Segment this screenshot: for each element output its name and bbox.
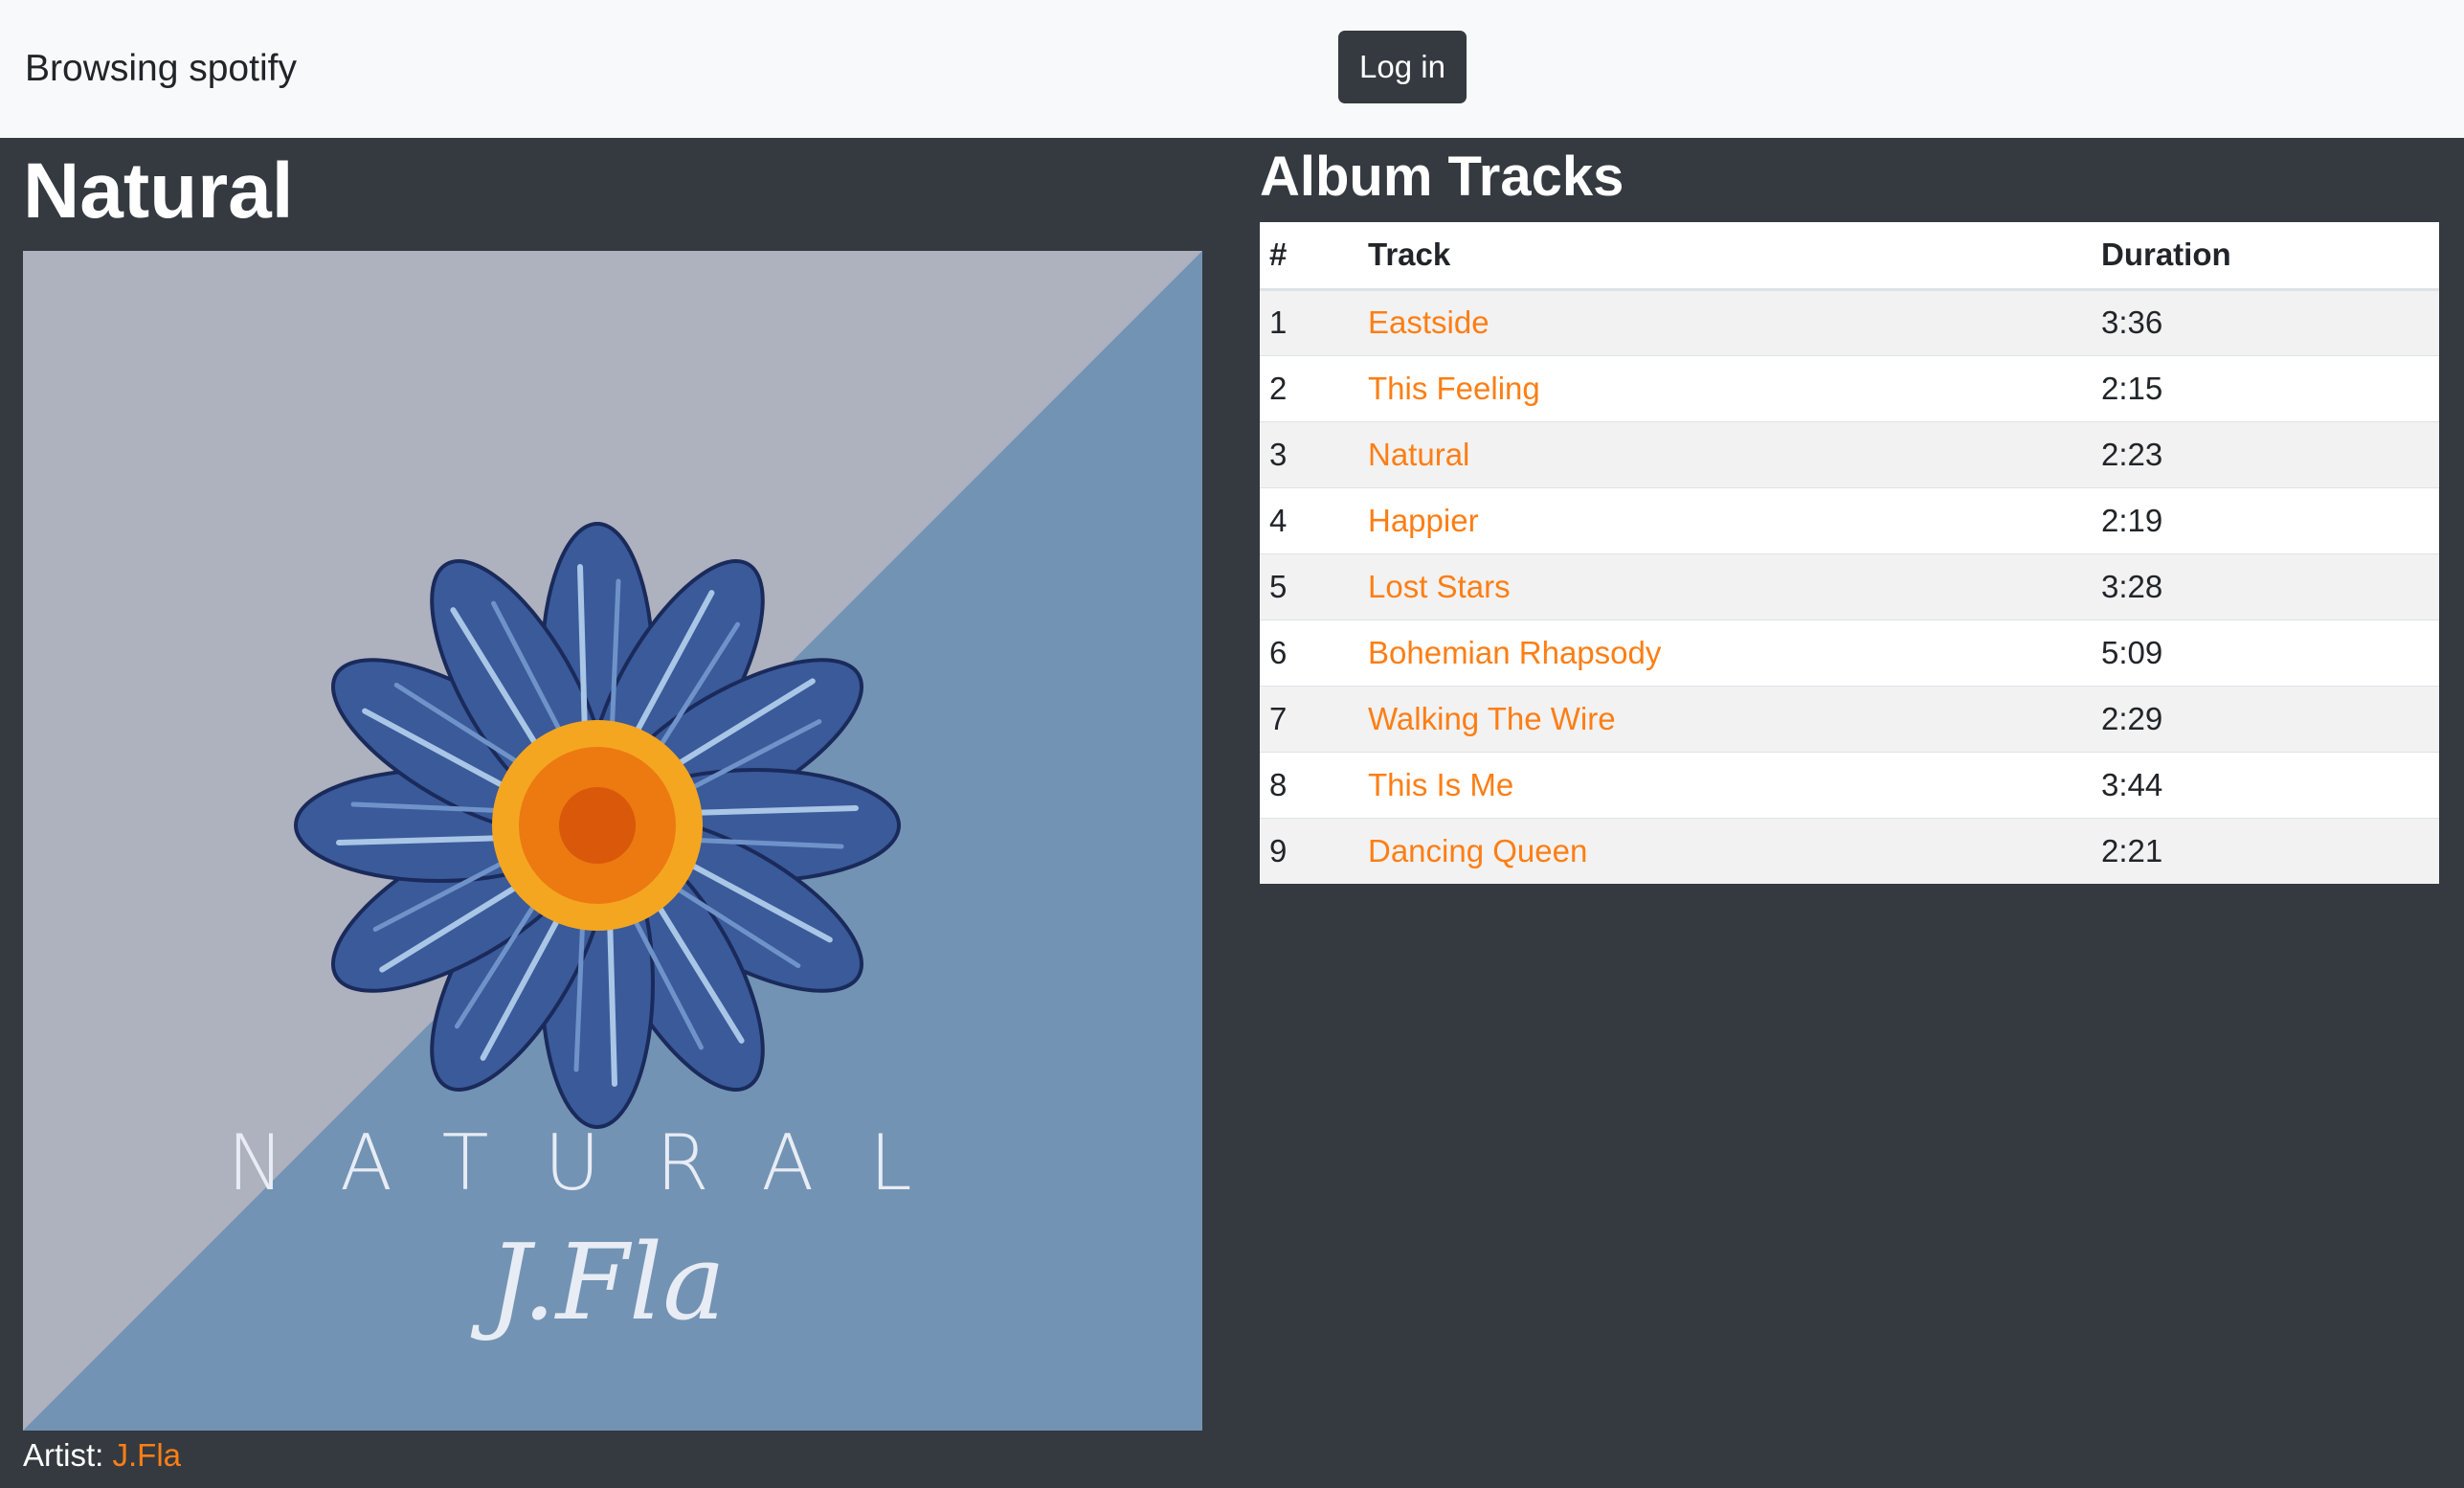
tracks-table: # Track Duration 1 Eastside 3:36 2 This … [1260,222,2439,884]
track-number: 7 [1260,685,1358,752]
column-header-track: Track [1358,222,2092,291]
track-number: 5 [1260,552,1358,620]
table-row: 8 This Is Me 3:44 [1260,751,2439,818]
track-name-cell: Walking The Wire [1358,685,2092,752]
column-header-duration: Duration [2092,222,2439,291]
track-number: 6 [1260,619,1358,686]
navbar: Browsing spotify Log in [0,0,2464,138]
table-row: 1 Eastside 3:36 [1260,288,2439,355]
artist-label: Artist: [23,1437,113,1473]
track-duration: 3:44 [2092,751,2439,818]
track-number: 2 [1260,354,1358,421]
cover-signature-text: J.Fla [470,1221,726,1343]
artist-link[interactable]: J.Fla [113,1437,182,1473]
navbar-brand[interactable]: Browsing spotify [25,44,297,94]
track-duration: 5:09 [2092,619,2439,686]
track-number: 1 [1260,288,1358,355]
track-duration: 2:29 [2092,685,2439,752]
table-row: 7 Walking The Wire 2:29 [1260,685,2439,752]
track-link[interactable]: This Feeling [1368,371,1540,406]
track-duration: 2:15 [2092,354,2439,421]
track-name-cell: Dancing Queen [1358,817,2092,884]
table-row: 3 Natural 2:23 [1260,420,2439,487]
track-link[interactable]: Eastside [1368,304,1490,340]
track-link[interactable]: Natural [1368,437,1469,472]
table-row: 6 Bohemian Rhapsody 5:09 [1260,619,2439,686]
track-name-cell: Happier [1358,486,2092,553]
track-link[interactable]: Happier [1368,503,1479,538]
track-name-cell: Bohemian Rhapsody [1358,619,2092,686]
login-button[interactable]: Log in [1338,31,1467,103]
track-duration: 3:36 [2092,288,2439,355]
track-name-cell: Eastside [1358,288,2092,355]
track-number: 8 [1260,751,1358,818]
track-number: 3 [1260,420,1358,487]
track-duration: 2:23 [2092,420,2439,487]
track-name-cell: This Feeling [1358,354,2092,421]
table-header-row: # Track Duration [1260,222,2439,291]
track-duration: 3:28 [2092,552,2439,620]
track-duration: 2:21 [2092,817,2439,884]
table-row: 4 Happier 2:19 [1260,486,2439,553]
table-row: 5 Lost Stars 3:28 [1260,552,2439,620]
track-link[interactable]: Dancing Queen [1368,833,1587,868]
cover-title-text: NATURAL [227,1118,967,1207]
track-name-cell: Natural [1358,420,2092,487]
album-cover-image: NATURAL J.Fla [23,251,1202,1431]
track-name-cell: This Is Me [1358,751,2092,818]
artist-line: Artist: J.Fla [23,1434,181,1477]
track-link[interactable]: This Is Me [1368,767,1513,802]
track-link[interactable]: Walking The Wire [1368,701,1616,736]
track-link[interactable]: Bohemian Rhapsody [1368,635,1661,670]
track-number: 4 [1260,486,1358,553]
track-duration: 2:19 [2092,486,2439,553]
column-header-number: # [1260,222,1358,291]
track-link[interactable]: Lost Stars [1368,569,1511,604]
track-number: 9 [1260,817,1358,884]
table-row: 9 Dancing Queen 2:21 [1260,817,2439,884]
table-row: 2 This Feeling 2:15 [1260,354,2439,421]
track-name-cell: Lost Stars [1358,552,2092,620]
tracks-heading: Album Tracks [1260,146,1624,208]
album-title: Natural [23,147,294,235]
